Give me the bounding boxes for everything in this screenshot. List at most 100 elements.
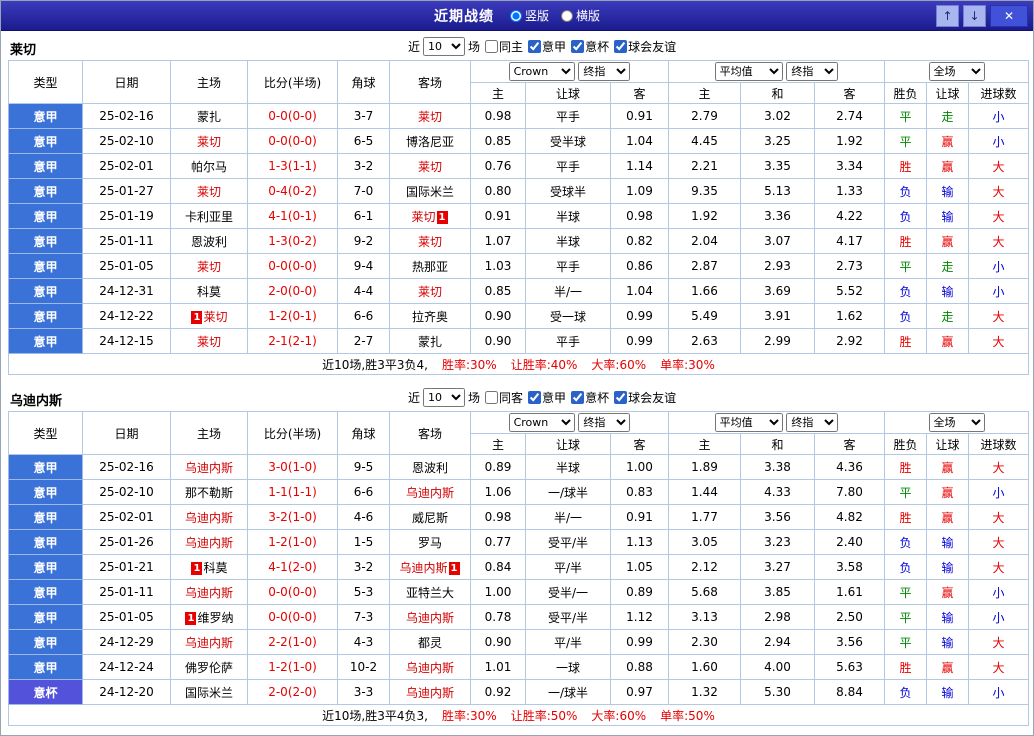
bookmaker-select[interactable]: Crown: [508, 62, 575, 81]
home-team-cell[interactable]: 莱切: [170, 253, 248, 279]
result-group-header: 全场: [884, 60, 1030, 83]
layout-radio-horizontal[interactable]: 横版: [561, 7, 600, 24]
odds-away-cell: 0.88: [609, 654, 670, 680]
checkbox-input[interactable]: [485, 40, 499, 53]
home-team-name: 卡利亚里: [184, 209, 233, 224]
league-cell: 意甲: [8, 278, 83, 304]
avg-away-cell: 7.80: [814, 479, 886, 505]
match-row: 意甲 25-02-10 那不勒斯 1-1(1-1) 6-6 乌迪内斯 1.06 一/球半 0.8…: [8, 479, 1030, 505]
date-cell: 24-12-20: [82, 679, 171, 705]
average-select[interactable]: 平均值: [714, 413, 783, 432]
away-team-cell[interactable]: 威尼斯: [389, 504, 471, 530]
home-team-cell[interactable]: 1 莱切: [170, 303, 248, 329]
match-count-select[interactable]: 10: [423, 37, 466, 56]
checkbox-input[interactable]: [614, 391, 628, 404]
away-team-cell[interactable]: 莱切: [389, 228, 471, 254]
avg-away-cell: 1.62: [814, 303, 886, 329]
horizontal-radio-input[interactable]: [561, 9, 573, 22]
odds-away-cell: 1.04: [609, 278, 670, 304]
date-cell: 25-01-11: [82, 228, 171, 254]
away-team-cell[interactable]: 乌迪内斯: [389, 679, 471, 705]
bookmaker-select[interactable]: Crown: [508, 413, 575, 432]
handicap-odds-group-header: Crown 终指: [469, 411, 670, 434]
checkbox-input[interactable]: [571, 391, 585, 404]
away-team-cell[interactable]: 莱切: [389, 103, 471, 129]
away-team-cell[interactable]: 莱切 1: [389, 203, 471, 229]
fulltime-select[interactable]: 全场: [928, 62, 985, 81]
checkbox-input[interactable]: [485, 391, 499, 404]
column-header-away: 客场: [389, 60, 471, 104]
away-team-cell[interactable]: 热那亚: [389, 253, 471, 279]
scroll-down-button[interactable]: ↓: [963, 5, 986, 27]
final-index-select[interactable]: 终指: [578, 413, 631, 432]
close-button[interactable]: ✕: [990, 5, 1028, 27]
home-team-cell[interactable]: 帕尔马: [170, 153, 248, 179]
checkbox-input[interactable]: [528, 40, 542, 53]
away-team-cell[interactable]: 亚特兰大: [389, 579, 471, 605]
away-team-cell[interactable]: 蒙扎: [389, 328, 471, 354]
checkbox-input[interactable]: [571, 40, 585, 53]
home-team-cell[interactable]: 乌迪内斯: [170, 579, 248, 605]
away-team-cell[interactable]: 乌迪内斯: [389, 654, 471, 680]
vertical-radio-input[interactable]: [509, 9, 522, 22]
away-team-cell[interactable]: 莱切: [389, 153, 471, 179]
checkbox-input[interactable]: [614, 40, 628, 53]
filter-checkbox-意杯[interactable]: 意杯: [571, 38, 609, 55]
avg-home-cell: 9.35: [668, 178, 742, 204]
filter-checkbox-意甲[interactable]: 意甲: [528, 38, 566, 55]
checkbox-input[interactable]: [528, 391, 542, 404]
final-index-select-2[interactable]: 终指: [786, 62, 839, 81]
column-header-date: 日期: [82, 60, 171, 104]
filter-checkbox-球会友谊[interactable]: 球会友谊: [614, 38, 676, 55]
corners-cell: 10-2: [337, 654, 390, 680]
score-cell: 1-2(0-1): [247, 303, 338, 329]
date-cell: 25-01-21: [82, 554, 171, 580]
home-team-name: 国际米兰: [184, 685, 233, 700]
filter-checkbox-同客[interactable]: 同客: [485, 389, 523, 406]
away-team-cell[interactable]: 博洛尼亚: [389, 128, 471, 154]
fulltime-select[interactable]: 全场: [928, 413, 985, 432]
filter-checkbox-意杯[interactable]: 意杯: [571, 389, 609, 406]
result-wdl-cell: 胜: [884, 228, 928, 254]
home-team-cell[interactable]: 佛罗伦萨: [170, 654, 248, 680]
home-team-cell[interactable]: 乌迪内斯: [170, 629, 248, 655]
home-team-cell[interactable]: 乌迪内斯: [170, 529, 248, 555]
filter-checkbox-球会友谊[interactable]: 球会友谊: [614, 389, 676, 406]
home-team-cell[interactable]: 国际米兰: [170, 679, 248, 705]
home-team-cell[interactable]: 蒙扎: [170, 103, 248, 129]
final-index-select-2[interactable]: 终指: [786, 413, 839, 432]
scroll-up-button[interactable]: ↑: [936, 5, 959, 27]
final-index-select[interactable]: 终指: [578, 62, 631, 81]
average-select[interactable]: 平均值: [714, 62, 783, 81]
away-team-cell[interactable]: 都灵: [389, 629, 471, 655]
away-team-cell[interactable]: 乌迪内斯 1: [389, 554, 471, 580]
home-team-cell[interactable]: 科莫: [170, 278, 248, 304]
home-team-cell[interactable]: 莱切: [170, 328, 248, 354]
home-team-cell[interactable]: 恩波利: [170, 228, 248, 254]
home-team-cell[interactable]: 乌迪内斯: [170, 504, 248, 530]
home-team-name: 莱切: [196, 334, 221, 349]
away-team-cell[interactable]: 拉齐奥: [389, 303, 471, 329]
away-team-cell[interactable]: 国际米兰: [389, 178, 471, 204]
odds-home-cell: 0.76: [470, 153, 526, 179]
match-count-select[interactable]: 10: [423, 388, 466, 407]
avg-draw-cell: 2.99: [740, 328, 816, 354]
away-team-cell[interactable]: 罗马: [389, 529, 471, 555]
home-team-cell[interactable]: 那不勒斯: [170, 479, 248, 505]
home-team-cell[interactable]: 莱切: [170, 128, 248, 154]
column-header-avg-home: 主: [668, 82, 742, 104]
home-team-cell[interactable]: 1 科莫: [170, 554, 248, 580]
home-team-cell[interactable]: 莱切: [170, 178, 248, 204]
filter-checkbox-同主[interactable]: 同主: [485, 38, 523, 55]
layout-radio-vertical[interactable]: 竖版: [509, 7, 549, 24]
away-team-cell[interactable]: 莱切: [389, 278, 471, 304]
home-team-cell[interactable]: 1 维罗纳: [170, 604, 248, 630]
avg-home-cell: 1.92: [668, 203, 742, 229]
home-team-cell[interactable]: 乌迪内斯: [170, 454, 248, 480]
column-header-avg-home: 主: [668, 433, 742, 455]
away-team-cell[interactable]: 乌迪内斯: [389, 479, 471, 505]
away-team-cell[interactable]: 乌迪内斯: [389, 604, 471, 630]
away-team-cell[interactable]: 恩波利: [389, 454, 471, 480]
home-team-cell[interactable]: 卡利亚里: [170, 203, 248, 229]
filter-checkbox-意甲[interactable]: 意甲: [528, 389, 566, 406]
